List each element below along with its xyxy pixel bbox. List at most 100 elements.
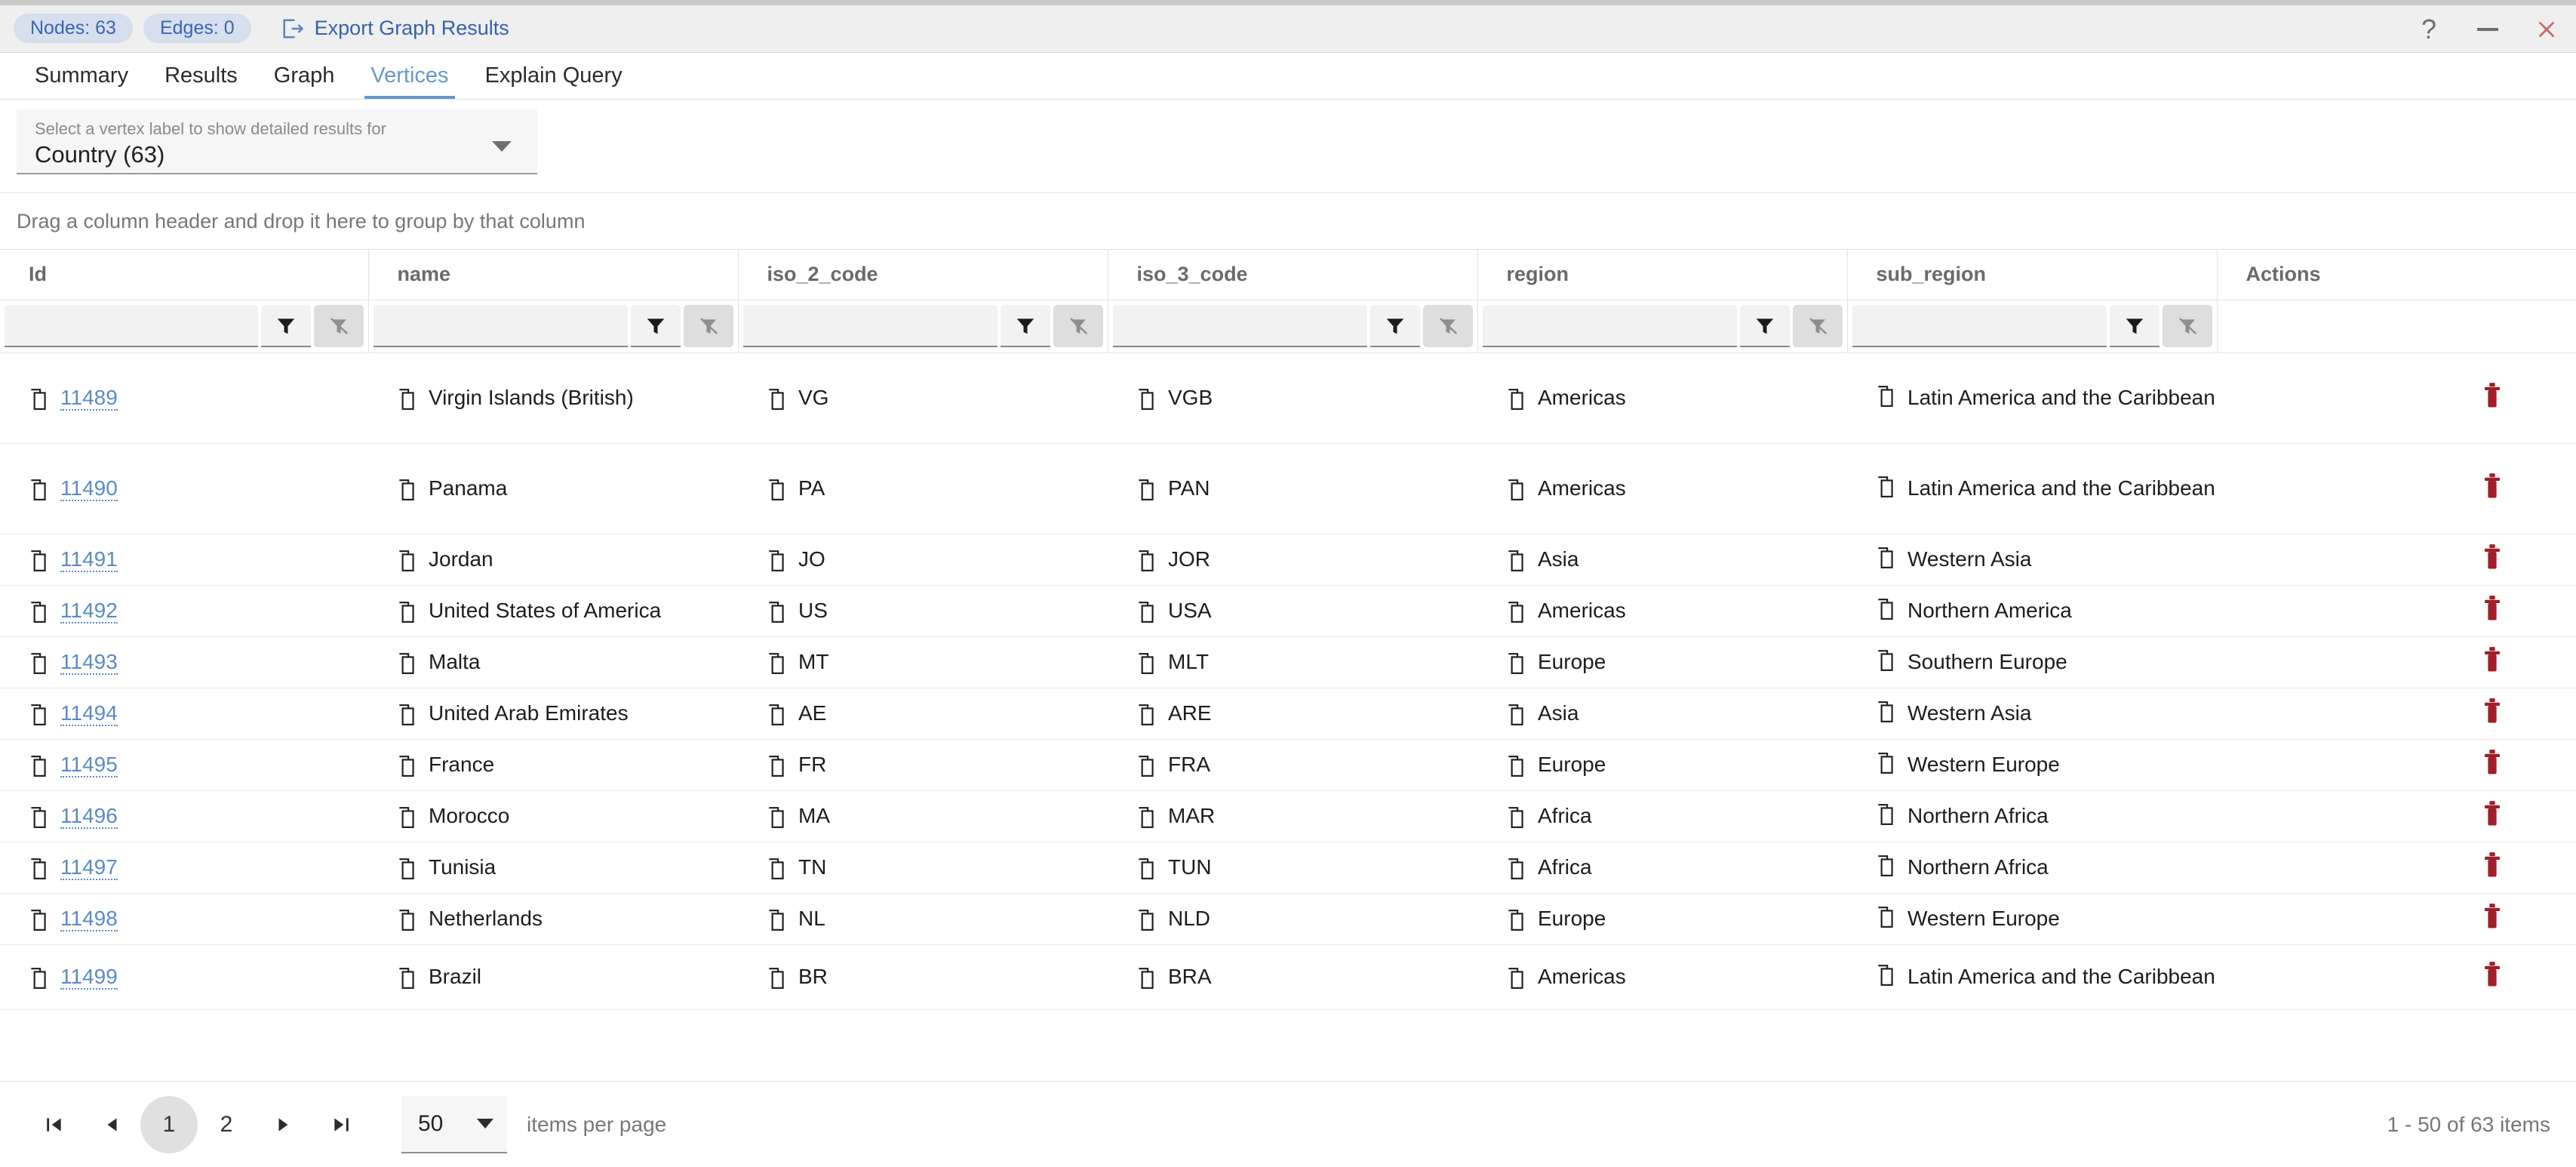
minimize-button[interactable] bbox=[2458, 5, 2517, 53]
copy-icon[interactable] bbox=[397, 804, 417, 829]
tab-results[interactable]: Results bbox=[146, 63, 256, 99]
copy-icon[interactable] bbox=[1506, 855, 1526, 880]
column-header-iso-2-code[interactable]: iso_2_code bbox=[738, 250, 1108, 300]
copy-icon[interactable] bbox=[767, 547, 786, 572]
copy-icon[interactable] bbox=[1876, 596, 1895, 620]
column-header-region[interactable]: region bbox=[1477, 250, 1847, 300]
close-button[interactable] bbox=[2517, 5, 2576, 53]
copy-icon[interactable] bbox=[1506, 804, 1526, 829]
id-link-text[interactable]: 11498 bbox=[60, 907, 118, 931]
copy-icon[interactable] bbox=[397, 386, 417, 411]
tab-graph[interactable]: Graph bbox=[256, 63, 353, 99]
page-button-1[interactable]: 1 bbox=[140, 1096, 198, 1153]
page-size-select[interactable]: 50 bbox=[401, 1096, 507, 1153]
copy-icon[interactable] bbox=[29, 855, 48, 880]
copy-icon[interactable] bbox=[767, 650, 786, 675]
delete-row-button[interactable] bbox=[2481, 543, 2504, 576]
copy-icon[interactable] bbox=[1506, 965, 1526, 990]
copy-icon[interactable] bbox=[1876, 473, 1895, 498]
filter-input-name[interactable] bbox=[373, 305, 628, 347]
filter-input-sub-region[interactable] bbox=[1852, 305, 2107, 347]
copy-icon[interactable] bbox=[767, 804, 786, 829]
copy-icon[interactable] bbox=[767, 701, 786, 726]
copy-icon[interactable] bbox=[1136, 386, 1156, 411]
id-link[interactable]: 11499 bbox=[60, 962, 118, 992]
filter-menu-button-id[interactable] bbox=[261, 305, 311, 347]
clear-filter-button-sub-region[interactable] bbox=[2163, 305, 2212, 347]
delete-row-button[interactable] bbox=[2481, 646, 2504, 679]
copy-icon[interactable] bbox=[29, 547, 48, 572]
copy-icon[interactable] bbox=[1136, 753, 1156, 777]
id-link-text[interactable]: 11493 bbox=[60, 650, 118, 675]
id-link[interactable]: 11490 bbox=[60, 473, 118, 503]
copy-icon[interactable] bbox=[397, 650, 417, 675]
copy-icon[interactable] bbox=[1136, 547, 1156, 572]
id-link-text[interactable]: 11496 bbox=[60, 804, 118, 829]
copy-icon[interactable] bbox=[29, 386, 48, 411]
previous-page-button[interactable] bbox=[83, 1096, 140, 1153]
id-link-text[interactable]: 11494 bbox=[60, 701, 118, 726]
copy-icon[interactable] bbox=[1136, 804, 1156, 829]
copy-icon[interactable] bbox=[1506, 476, 1526, 501]
id-link[interactable]: 11492 bbox=[60, 596, 118, 626]
copy-icon[interactable] bbox=[1876, 962, 1895, 987]
delete-row-button[interactable] bbox=[2481, 697, 2504, 730]
filter-menu-button-region[interactable] bbox=[1740, 305, 1790, 347]
tab-explain-query[interactable]: Explain Query bbox=[467, 63, 641, 99]
copy-icon[interactable] bbox=[1876, 383, 1895, 408]
copy-icon[interactable] bbox=[1506, 907, 1526, 931]
vertex-label-select[interactable]: Select a vertex label to show detailed r… bbox=[17, 109, 537, 174]
copy-icon[interactable] bbox=[29, 650, 48, 675]
copy-icon[interactable] bbox=[29, 701, 48, 726]
copy-icon[interactable] bbox=[1506, 753, 1526, 777]
filter-input-region[interactable] bbox=[1483, 305, 1737, 347]
copy-icon[interactable] bbox=[29, 804, 48, 829]
copy-icon[interactable] bbox=[1876, 801, 1895, 826]
copy-icon[interactable] bbox=[767, 753, 786, 777]
column-header-sub-region[interactable]: sub_region bbox=[1847, 250, 2217, 300]
copy-icon[interactable] bbox=[1136, 650, 1156, 675]
id-link-text[interactable]: 11495 bbox=[60, 753, 118, 777]
copy-icon[interactable] bbox=[29, 599, 48, 624]
id-link[interactable]: 11491 bbox=[60, 544, 118, 574]
filter-input-id[interactable] bbox=[5, 305, 258, 347]
copy-icon[interactable] bbox=[1876, 852, 1895, 877]
delete-row-button[interactable] bbox=[2481, 595, 2504, 627]
copy-icon[interactable] bbox=[397, 855, 417, 880]
copy-icon[interactable] bbox=[1136, 476, 1156, 501]
delete-row-button[interactable] bbox=[2481, 473, 2504, 505]
clear-filter-button-name[interactable] bbox=[684, 305, 733, 347]
id-link-text[interactable]: 11489 bbox=[60, 386, 118, 411]
id-link[interactable]: 11498 bbox=[60, 904, 118, 934]
column-header-iso-3-code[interactable]: iso_3_code bbox=[1108, 250, 1477, 300]
delete-row-button[interactable] bbox=[2481, 800, 2504, 833]
filter-input-iso-2-code[interactable] bbox=[743, 305, 998, 347]
copy-icon[interactable] bbox=[1506, 701, 1526, 726]
copy-icon[interactable] bbox=[767, 476, 786, 501]
copy-icon[interactable] bbox=[1136, 965, 1156, 990]
delete-row-button[interactable] bbox=[2481, 382, 2504, 414]
clear-filter-button-id[interactable] bbox=[314, 305, 364, 347]
id-link-text[interactable]: 11499 bbox=[60, 965, 118, 990]
id-link-text[interactable]: 11491 bbox=[60, 547, 118, 572]
copy-icon[interactable] bbox=[29, 753, 48, 777]
tab-vertices[interactable]: Vertices bbox=[352, 63, 466, 99]
copy-icon[interactable] bbox=[1876, 698, 1895, 723]
export-graph-results-button[interactable]: Export Graph Results bbox=[281, 17, 509, 40]
copy-icon[interactable] bbox=[767, 965, 786, 990]
help-button[interactable]: ? bbox=[2399, 5, 2458, 53]
clear-filter-button-region[interactable] bbox=[1793, 305, 1843, 347]
copy-icon[interactable] bbox=[397, 753, 417, 777]
copy-icon[interactable] bbox=[1876, 904, 1895, 928]
copy-icon[interactable] bbox=[397, 965, 417, 990]
id-link[interactable]: 11489 bbox=[60, 383, 118, 413]
clear-filter-button-iso-3-code[interactable] bbox=[1423, 305, 1473, 347]
filter-menu-button-name[interactable] bbox=[631, 305, 681, 347]
id-link[interactable]: 11494 bbox=[60, 698, 118, 728]
copy-icon[interactable] bbox=[397, 701, 417, 726]
copy-icon[interactable] bbox=[1506, 386, 1526, 411]
copy-icon[interactable] bbox=[767, 855, 786, 880]
copy-icon[interactable] bbox=[767, 907, 786, 931]
copy-icon[interactable] bbox=[1136, 907, 1156, 931]
copy-icon[interactable] bbox=[397, 599, 417, 624]
